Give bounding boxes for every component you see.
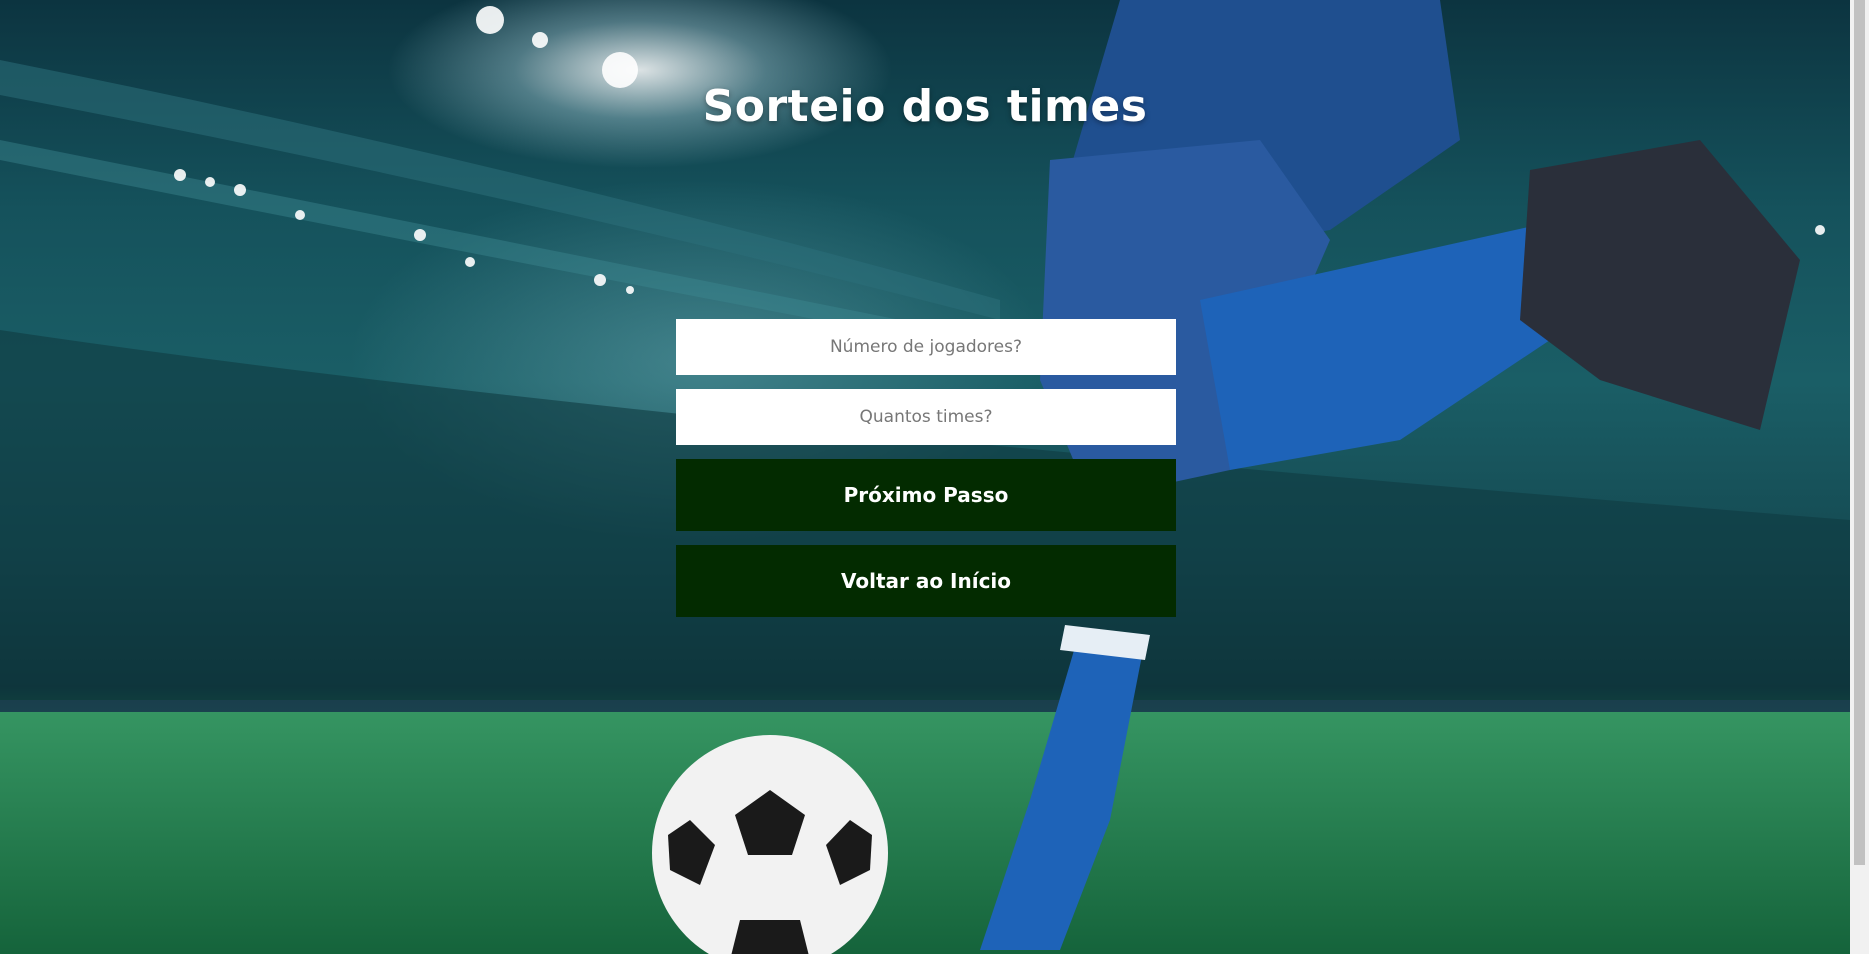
vertical-scrollbar[interactable] <box>1850 0 1869 954</box>
page-title: Sorteio dos times <box>702 81 1148 133</box>
back-to-home-button[interactable]: Voltar ao Início <box>676 545 1176 617</box>
team-draw-form: Próximo Passo Voltar ao Início <box>676 319 1176 631</box>
next-step-button[interactable]: Próximo Passo <box>676 459 1176 531</box>
scrollbar-thumb[interactable] <box>1854 0 1865 865</box>
teams-count-input[interactable] <box>676 389 1176 445</box>
app-page: Sorteio dos times Próximo Passo Voltar a… <box>0 0 1869 954</box>
players-count-input[interactable] <box>676 319 1176 375</box>
